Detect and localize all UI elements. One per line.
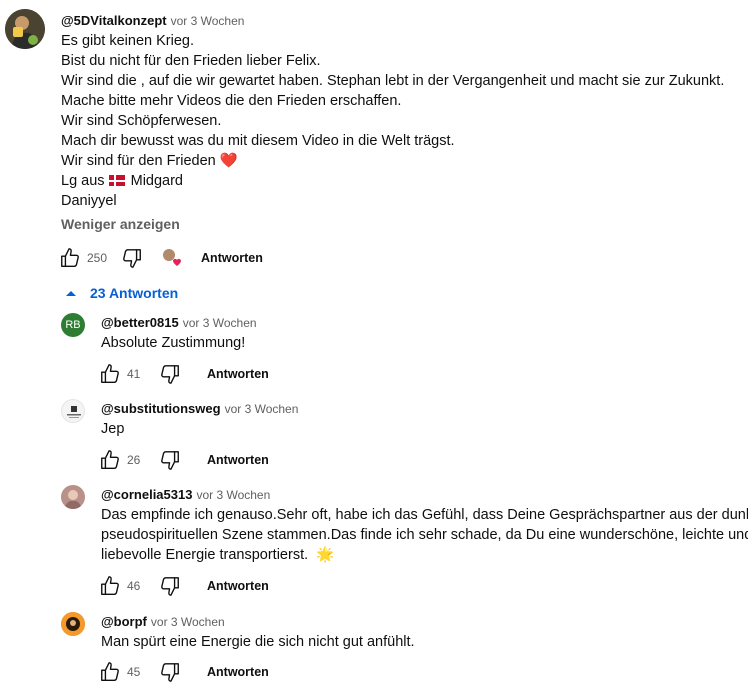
reply-time[interactable]: vor 3 Wochen — [151, 615, 225, 629]
comment-line: Es gibt keinen Krieg. — [61, 33, 194, 49]
reply-line: Jep — [101, 421, 125, 437]
reply-header: @borpf vor 3 Wochen — [101, 613, 225, 631]
reply-author[interactable]: @borpf — [101, 614, 147, 629]
reply-line: Das empfinde ich genauso.Sehr oft, habe … — [101, 507, 748, 523]
like-count: 46 — [127, 579, 141, 593]
thumbs-up-icon[interactable] — [99, 661, 121, 683]
comment-line: Wir sind Schöpferwesen. — [61, 113, 222, 129]
comment-line: Daniyyel — [61, 193, 117, 209]
comment-line: Mache bitte mehr Videos die den Frieden … — [61, 93, 402, 109]
reply-author[interactable]: @cornelia5313 — [101, 487, 192, 502]
thumbs-down-icon[interactable] — [159, 661, 181, 683]
reply-button[interactable]: Antworten — [207, 453, 269, 467]
comment-line-peace: Wir sind für den Frieden ❤️ — [61, 151, 238, 171]
reply-time[interactable]: vor 3 Wochen — [196, 488, 270, 502]
reply-avatar[interactable] — [61, 485, 85, 509]
reply-line-text: liebevolle Energie transportierst. — [101, 547, 309, 563]
reply-avatar[interactable] — [61, 612, 85, 636]
chevron-up-icon — [66, 290, 76, 296]
avatar-initials: RB — [65, 319, 81, 331]
comment-line-text: Midgard — [130, 173, 183, 189]
reply-time[interactable]: vor 3 Wochen — [183, 316, 257, 330]
reply-line: Man spürt eine Energie die sich nicht gu… — [101, 634, 415, 650]
comment-line: Bist du nicht für den Frieden lieber Fel… — [61, 53, 321, 69]
main-comment-time[interactable]: vor 3 Wochen — [171, 14, 245, 28]
like-count: 45 — [127, 665, 141, 679]
like-count: 41 — [127, 367, 141, 381]
reply-header: @cornelia5313 vor 3 Wochen — [101, 486, 270, 504]
reply-header: @better0815 vor 3 Wochen — [101, 314, 257, 332]
thumbs-down-icon[interactable] — [159, 363, 181, 385]
comment-line: Wir sind die , auf die wir gewartet habe… — [61, 73, 725, 89]
reply-button[interactable]: Antworten — [201, 251, 263, 265]
comment-line-text: Wir sind für den Frieden — [61, 153, 216, 169]
thumbs-up-icon[interactable] — [99, 363, 121, 385]
reply-button[interactable]: Antworten — [207, 367, 269, 381]
reply-author[interactable]: @substitutionsweg — [101, 401, 221, 416]
thumbs-down-icon[interactable] — [159, 449, 181, 471]
heart-emoji-icon: ❤️ — [219, 153, 238, 169]
replies-toggle-label: 23 Antworten — [90, 285, 179, 301]
thumbs-down-icon[interactable] — [121, 247, 143, 269]
creator-heart-icon — [161, 247, 183, 269]
thumbs-up-icon[interactable] — [99, 575, 121, 597]
like-count: 26 — [127, 453, 141, 467]
main-comment-header: @5DVitalkonzept vor 3 Wochen — [61, 12, 244, 30]
reply-avatar[interactable]: RB — [61, 313, 85, 337]
reply-button[interactable]: Antworten — [207, 665, 269, 679]
like-count: 250 — [87, 251, 108, 265]
main-comment-avatar[interactable] — [5, 9, 45, 49]
comment-line: Mach dir bewusst was du mit diesem Video… — [61, 133, 455, 149]
denmark-flag-icon — [108, 175, 125, 186]
reply-actions: 41 Antworten — [99, 362, 269, 386]
reply-line: Absolute Zustimmung! — [101, 335, 246, 351]
comment-line-text: Lg aus — [61, 173, 105, 189]
reply-time[interactable]: vor 3 Wochen — [225, 402, 299, 416]
reply-actions: 45 Antworten — [99, 660, 269, 684]
thumbs-up-icon[interactable] — [59, 247, 81, 269]
reply-header: @substitutionsweg vor 3 Wochen — [101, 400, 298, 418]
thumbs-down-icon[interactable] — [159, 575, 181, 597]
reply-button[interactable]: Antworten — [207, 579, 269, 593]
replies-toggle-button[interactable]: 23 Antworten — [66, 285, 178, 301]
reply-actions: 26 Antworten — [99, 448, 269, 472]
reply-actions: 46 Antworten — [99, 574, 269, 598]
show-less-button[interactable]: Weniger anzeigen — [61, 216, 180, 232]
main-comment-author[interactable]: @5DVitalkonzept — [61, 13, 167, 28]
thumbs-up-icon[interactable] — [99, 449, 121, 471]
comment-line-greeting: Lg aus Midgard — [61, 171, 183, 191]
glowing-star-emoji-icon: 🌟 — [316, 547, 335, 563]
reply-author[interactable]: @better0815 — [101, 315, 179, 330]
main-comment-actions: 250 Antworten — [59, 246, 263, 270]
reply-line: pseudospirituellen Szene stammen.Das fin… — [101, 527, 748, 543]
reply-line-last: liebevolle Energie transportierst. 🌟 — [101, 545, 334, 565]
reply-avatar[interactable] — [61, 399, 85, 423]
